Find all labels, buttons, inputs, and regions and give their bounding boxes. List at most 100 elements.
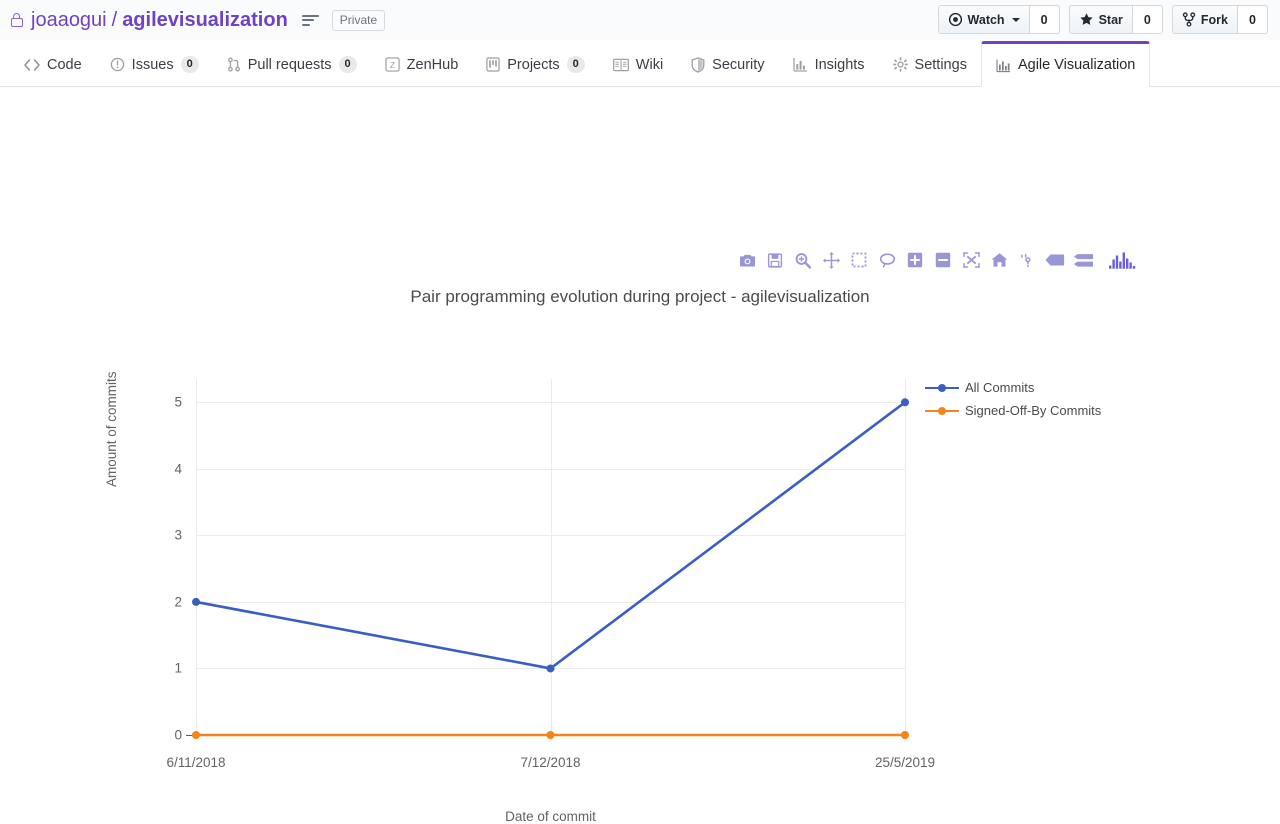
legend-item-all-commits[interactable]: All Commits bbox=[925, 376, 1101, 399]
zenhub-icon: Z bbox=[385, 57, 400, 72]
tab-agile-visualization[interactable]: Agile Visualization bbox=[980, 41, 1151, 87]
visibility-badge: Private bbox=[331, 9, 386, 31]
tab-pull-requests[interactable]: Pull requests 0 bbox=[213, 40, 371, 86]
series-marker[interactable] bbox=[546, 664, 555, 673]
repo-name-link[interactable]: agilevisualization bbox=[122, 10, 288, 30]
home-icon[interactable] bbox=[985, 247, 1013, 273]
tab-insights-label: Insights bbox=[814, 56, 865, 73]
code-icon bbox=[24, 58, 40, 72]
x-axis-title: Date of commit bbox=[505, 809, 596, 824]
series-marker[interactable] bbox=[192, 731, 200, 739]
star-button-group: Star 0 bbox=[1068, 5, 1163, 34]
graph-icon bbox=[792, 57, 808, 72]
fork-icon bbox=[1182, 12, 1196, 27]
disk-icon[interactable] bbox=[761, 247, 789, 273]
legend-label-all-commits: All Commits bbox=[965, 380, 1035, 395]
modebar-group-dragmode bbox=[789, 247, 901, 273]
y-axis-tick-label: 2 bbox=[174, 594, 182, 610]
svg-text:Z: Z bbox=[390, 60, 395, 70]
tab-wiki[interactable]: Wiki bbox=[599, 40, 677, 86]
watch-count[interactable]: 0 bbox=[1029, 5, 1060, 34]
chart-title: Pair programming evolution during projec… bbox=[410, 287, 870, 306]
y-axis-title: Amount of commits bbox=[104, 371, 119, 487]
tab-code-label: Code bbox=[47, 56, 82, 73]
fork-button[interactable]: Fork bbox=[1171, 5, 1238, 34]
tab-issues-label: Issues bbox=[131, 56, 174, 73]
tab-code[interactable]: Code bbox=[10, 40, 96, 86]
x-axis-tick-label: 25/5/2019 bbox=[874, 755, 936, 770]
box-select-icon[interactable] bbox=[845, 247, 873, 273]
star-icon bbox=[1079, 12, 1094, 27]
gear-icon bbox=[892, 57, 908, 72]
y-axis-tick-label: 3 bbox=[174, 527, 182, 543]
chart-plot-area[interactable]: 0 1 2 3 4 5 6/11/2018 7/12/2018 25/5/2019 bbox=[166, 379, 935, 770]
tab-insights[interactable]: Insights bbox=[779, 40, 879, 86]
lock-icon bbox=[10, 12, 24, 29]
lasso-select-icon[interactable] bbox=[873, 247, 901, 273]
tab-projects-count: 0 bbox=[566, 56, 585, 73]
tab-pull-requests-count: 0 bbox=[338, 56, 357, 73]
y-axis-tick-label: 1 bbox=[174, 660, 182, 676]
legend-item-signed-off-by-commits[interactable]: Signed-Off-By Commits bbox=[925, 399, 1101, 422]
watch-button[interactable]: Watch bbox=[937, 5, 1030, 34]
legend-swatch-all-commits bbox=[925, 381, 959, 395]
star-count[interactable]: 0 bbox=[1132, 5, 1163, 34]
chart-legend: All Commits Signed-Off-By Commits bbox=[925, 376, 1101, 422]
tab-pull-requests-label: Pull requests bbox=[247, 56, 332, 73]
tab-issues[interactable]: Issues 0 bbox=[96, 40, 213, 86]
x-axis-tick-label: 7/12/2018 bbox=[520, 755, 581, 770]
tab-settings[interactable]: Settings bbox=[879, 40, 981, 86]
y-axis-tick-label: 0 bbox=[174, 727, 182, 743]
autoscale-icon[interactable] bbox=[957, 247, 985, 273]
tab-security-label: Security bbox=[712, 56, 765, 73]
watch-button-group: Watch 0 bbox=[937, 5, 1060, 34]
repo-lines-icon bbox=[301, 13, 319, 27]
plotly-logo-icon[interactable] bbox=[1109, 247, 1137, 273]
project-icon bbox=[486, 57, 500, 72]
repo-title: joaaogui / agilevisualization Private bbox=[10, 9, 386, 31]
tab-agile-visualization-label: Agile Visualization bbox=[1017, 57, 1136, 73]
repo-actions: Watch 0 Star 0 Fork 0 bbox=[937, 5, 1268, 34]
tab-zenhub-label: ZenHub bbox=[406, 56, 459, 73]
eye-icon bbox=[948, 12, 963, 27]
tab-security[interactable]: Security bbox=[677, 40, 778, 86]
legend-swatch-signed-off-by-commits bbox=[925, 404, 959, 418]
x-gridline bbox=[905, 379, 906, 735]
plot-container: Pair programming evolution during projec… bbox=[0, 87, 1280, 824]
star-button[interactable]: Star bbox=[1068, 5, 1133, 34]
camera-icon[interactable] bbox=[733, 247, 761, 273]
fork-count[interactable]: 0 bbox=[1238, 5, 1268, 34]
plotly-modebar bbox=[733, 247, 1137, 273]
series-marker[interactable] bbox=[546, 731, 555, 739]
repo-nav: Code Issues 0 Pull requests 0 Z ZenHub P… bbox=[0, 40, 1280, 87]
chart-series-layer bbox=[192, 398, 909, 739]
star-label: Star bbox=[1098, 12, 1123, 27]
fork-button-group: Fork 0 bbox=[1171, 5, 1268, 34]
pan-icon[interactable] bbox=[817, 247, 845, 273]
tab-issues-count: 0 bbox=[180, 56, 199, 73]
zoom-icon[interactable] bbox=[789, 247, 817, 273]
spike-lines-icon[interactable] bbox=[1013, 247, 1041, 273]
tab-zenhub[interactable]: Z ZenHub bbox=[371, 40, 473, 86]
tab-wiki-label: Wiki bbox=[635, 56, 664, 73]
series-marker[interactable] bbox=[901, 398, 909, 407]
tab-projects[interactable]: Projects 0 bbox=[472, 40, 599, 86]
modebar-group-zoom bbox=[901, 247, 1013, 273]
hover-compare-icon[interactable] bbox=[1069, 247, 1097, 273]
fork-label: Fork bbox=[1200, 12, 1228, 27]
bar-chart-icon bbox=[996, 58, 1011, 73]
zoom-in-icon[interactable] bbox=[901, 247, 929, 273]
hover-closest-icon[interactable] bbox=[1041, 247, 1069, 273]
issue-opened-icon bbox=[110, 57, 125, 72]
book-icon bbox=[612, 58, 629, 72]
watch-label: Watch bbox=[967, 12, 1005, 27]
tab-projects-label: Projects bbox=[507, 56, 560, 73]
shield-icon bbox=[691, 56, 705, 73]
y-axis-tick-label: 5 bbox=[174, 394, 182, 410]
zoom-out-icon[interactable] bbox=[929, 247, 957, 273]
repo-owner-link[interactable]: joaaogui bbox=[31, 10, 107, 30]
legend-label-signed-off-by-commits: Signed-Off-By Commits bbox=[965, 403, 1102, 418]
series-marker[interactable] bbox=[192, 597, 200, 606]
series-marker[interactable] bbox=[901, 731, 909, 739]
series-line[interactable] bbox=[195, 401, 906, 670]
